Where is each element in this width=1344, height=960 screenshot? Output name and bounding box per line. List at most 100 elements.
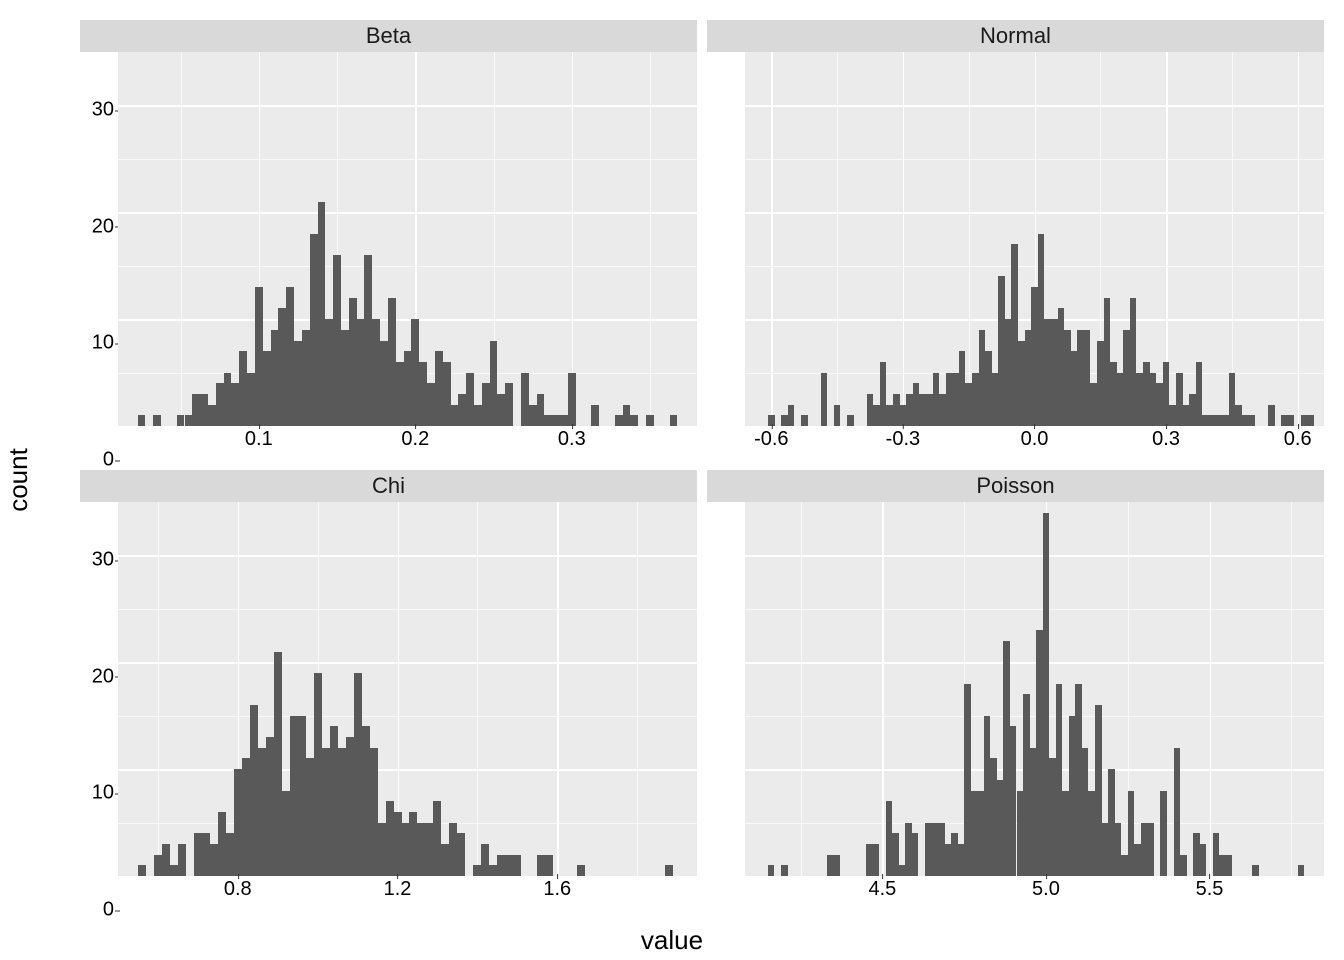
histogram-bar — [905, 823, 912, 876]
histogram-bar — [1110, 362, 1117, 426]
histogram-bar — [537, 855, 545, 876]
histogram-bar — [568, 373, 576, 426]
y-axis: 0102030 — [80, 502, 118, 910]
y-tick-label: 10 — [92, 782, 114, 805]
x-tick-label: 0.3 — [558, 428, 586, 451]
x-axis: 4.55.05.5 — [745, 876, 1324, 910]
histogram-bar — [1123, 330, 1130, 426]
histogram-bar — [946, 373, 953, 426]
histogram-bar — [1128, 791, 1135, 876]
histogram-bar — [417, 823, 425, 876]
x-tick-label: 0.2 — [401, 428, 429, 451]
histogram-bar — [298, 716, 306, 876]
histogram-bar — [630, 415, 638, 426]
histogram-bar — [1156, 383, 1163, 426]
histogram-bar — [893, 394, 900, 426]
histogram-bar — [933, 373, 940, 426]
histogram-bar — [411, 319, 419, 426]
histogram-bar — [1025, 330, 1032, 426]
histogram-bar — [1252, 865, 1259, 876]
plot-panel — [745, 52, 1324, 426]
histogram-bar — [1130, 298, 1137, 426]
histogram-bar — [1102, 823, 1109, 876]
histogram-bar — [1308, 415, 1315, 426]
histogram-bar — [537, 394, 545, 426]
y-tick-label: 30 — [92, 549, 114, 572]
histogram-bar — [781, 415, 788, 426]
histogram-bar — [138, 865, 146, 876]
histogram-bar — [1222, 415, 1229, 426]
histogram-bar — [380, 341, 388, 426]
histogram-bar — [959, 351, 966, 426]
histogram-bar — [443, 362, 451, 426]
histogram-bar — [497, 394, 505, 426]
histogram-bar — [1219, 855, 1226, 876]
histogram-bar — [1117, 373, 1124, 426]
histogram-bar — [294, 341, 302, 426]
histogram-bar — [274, 652, 282, 876]
histogram-bar — [170, 865, 178, 876]
histogram-bar — [1056, 684, 1063, 876]
histogram-bar — [372, 319, 380, 426]
histogram-bar — [474, 405, 482, 426]
histogram-bar — [138, 415, 146, 426]
histogram-bar — [913, 383, 920, 426]
histogram-bar — [250, 705, 258, 876]
histogram-bar — [912, 833, 919, 876]
histogram-bar — [153, 415, 161, 426]
histogram-bar — [1051, 319, 1058, 426]
histogram-bar — [482, 383, 490, 426]
histogram-bar — [926, 394, 933, 426]
histogram-bar — [302, 330, 310, 426]
facet-strip: Chi — [80, 470, 697, 502]
histogram-bar — [192, 394, 200, 426]
x-tick-label: 0.6 — [1284, 428, 1312, 451]
x-tick-label: 5.0 — [1032, 878, 1060, 901]
histogram-bar — [505, 855, 513, 876]
histogram-bar — [886, 405, 893, 426]
histogram-bar — [489, 865, 497, 876]
histogram-bar — [1174, 748, 1181, 876]
plot-panel — [118, 502, 697, 876]
histogram-bar — [1036, 630, 1043, 876]
histogram-bar — [419, 362, 427, 426]
histogram-bar — [210, 844, 218, 876]
histogram-bar — [1044, 319, 1051, 426]
histogram-bar — [919, 394, 926, 426]
histogram-bar — [952, 373, 959, 426]
histogram-bar — [939, 394, 946, 426]
histogram-bar — [990, 758, 997, 876]
histogram-bar — [1031, 287, 1038, 426]
histogram-bar — [788, 405, 795, 426]
histogram-bar — [1043, 513, 1050, 876]
histogram-bar — [354, 673, 362, 876]
histogram-bar — [972, 373, 979, 426]
histogram-bar — [306, 758, 314, 876]
histogram-bar — [451, 405, 459, 426]
histogram-bar — [544, 415, 552, 426]
histogram-bar — [388, 298, 396, 426]
histogram-bar — [1082, 748, 1089, 876]
histogram-bar — [357, 319, 365, 426]
facet-normal: Normal0102030-0.6-0.30.00.30.6 — [707, 20, 1324, 460]
histogram-bar — [409, 812, 417, 876]
histogram-bar — [247, 373, 255, 426]
histogram-bar — [362, 726, 370, 876]
histogram-bar — [457, 833, 465, 876]
histogram-bar — [325, 319, 333, 426]
histogram-bar — [873, 405, 880, 426]
histogram-bar — [1248, 415, 1255, 426]
histogram-bar — [646, 415, 654, 426]
histogram-bar — [1058, 308, 1065, 426]
histogram-bar — [1017, 791, 1024, 876]
x-axis: 0.81.21.6 — [118, 876, 697, 910]
histogram-bar — [216, 383, 224, 426]
histogram-bar — [1030, 748, 1037, 876]
histogram-bar — [834, 405, 841, 426]
x-tick-label: 5.5 — [1196, 878, 1224, 901]
histogram-bar — [458, 394, 466, 426]
histogram-bar — [1143, 362, 1150, 426]
histogram-bar — [1018, 341, 1025, 426]
histogram-bar — [435, 351, 443, 426]
facet-strip: Beta — [80, 20, 697, 52]
